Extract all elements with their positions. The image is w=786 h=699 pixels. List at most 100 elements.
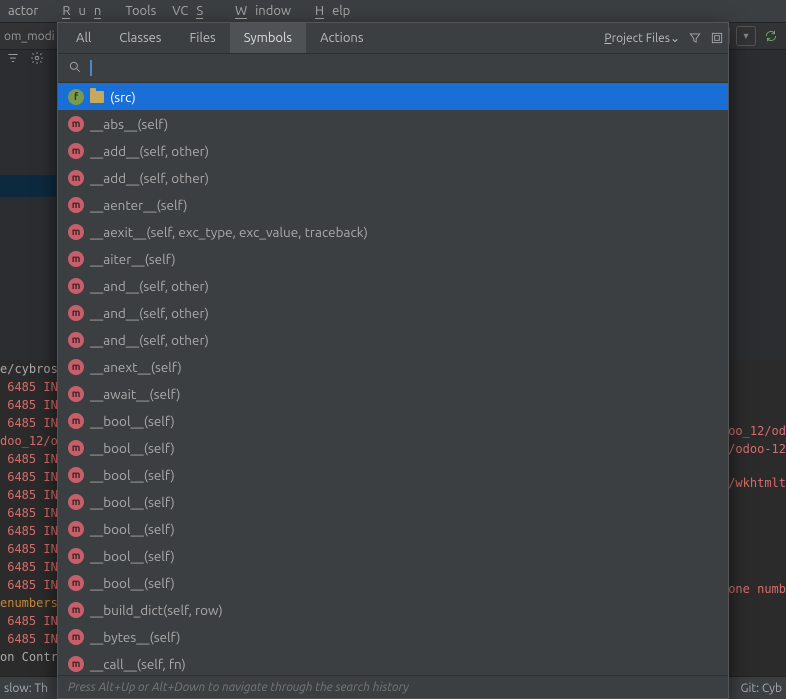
menubar: actor Run Tools VCS Window Help bbox=[0, 0, 786, 23]
result-label: __aexit__(self, exc_type, exc_value, tra… bbox=[90, 224, 368, 240]
result-label: (src) bbox=[110, 89, 136, 105]
method-icon: m bbox=[68, 278, 84, 294]
tab-all[interactable]: All bbox=[62, 23, 105, 53]
method-icon: m bbox=[68, 602, 84, 618]
result-row[interactable]: m __call__(self, fn) bbox=[58, 650, 728, 675]
method-icon: m bbox=[68, 494, 84, 510]
console-fragment: 2/odoo-12 bbox=[721, 442, 786, 456]
method-icon: m bbox=[68, 521, 84, 537]
tab-symbols[interactable]: Symbols bbox=[230, 23, 306, 53]
menu-item[interactable]: Help bbox=[307, 4, 350, 18]
left-gutter-tools bbox=[0, 48, 50, 68]
result-label: __and__(self, other) bbox=[90, 332, 209, 348]
menu-item[interactable]: actor bbox=[8, 4, 38, 18]
result-row[interactable]: m __build_dict(self, row) bbox=[58, 596, 728, 623]
method-icon: m bbox=[68, 629, 84, 645]
console-fragment: /wkhtmlt bbox=[728, 476, 786, 490]
result-label: __bool__(self) bbox=[90, 467, 175, 483]
method-icon: m bbox=[68, 197, 84, 213]
status-right: Git: Cyb bbox=[741, 682, 782, 695]
result-row[interactable]: m __and__(self, other) bbox=[58, 326, 728, 353]
result-row[interactable]: m __and__(self, other) bbox=[58, 272, 728, 299]
result-label: __call__(self, fn) bbox=[90, 656, 186, 672]
tab-actions[interactable]: Actions bbox=[306, 23, 377, 53]
result-label: __add__(self, other) bbox=[90, 143, 209, 159]
menu-item[interactable]: Window bbox=[227, 4, 291, 18]
result-row[interactable]: m __bool__(self) bbox=[58, 434, 728, 461]
result-row[interactable]: m __add__(self, other) bbox=[58, 137, 728, 164]
result-row[interactable]: m __aexit__(self, exc_type, exc_value, tr… bbox=[58, 218, 728, 245]
result-label: __aiter__(self) bbox=[90, 251, 176, 267]
method-icon: m bbox=[68, 413, 84, 429]
method-icon: m bbox=[68, 170, 84, 186]
search-row bbox=[58, 54, 728, 83]
menu-item[interactable]: Run bbox=[54, 4, 109, 18]
method-icon: m bbox=[68, 467, 84, 483]
method-icon: m bbox=[68, 656, 84, 672]
result-label: __abs__(self) bbox=[90, 116, 168, 132]
result-row[interactable]: m __abs__(self) bbox=[58, 110, 728, 137]
result-row[interactable]: f (src) bbox=[58, 83, 728, 110]
result-row[interactable]: m __add__(self, other) bbox=[58, 164, 728, 191]
results-list[interactable]: f(src)m__abs__(self)m__add__(self, other… bbox=[58, 83, 728, 675]
result-row[interactable]: m __aiter__(self) bbox=[58, 245, 728, 272]
result-label: __anext__(self) bbox=[90, 359, 182, 375]
status-left: slow: Th bbox=[4, 682, 48, 695]
console-fragment: one numb bbox=[728, 582, 786, 596]
gear-icon[interactable] bbox=[30, 51, 44, 65]
search-input[interactable] bbox=[92, 59, 718, 77]
result-label: __and__(self, other) bbox=[90, 305, 209, 321]
result-label: __and__(self, other) bbox=[90, 278, 209, 294]
sync-icon[interactable] bbox=[762, 27, 780, 45]
result-label: __bool__(self) bbox=[90, 548, 175, 564]
method-icon: m bbox=[68, 251, 84, 267]
result-row[interactable]: m __and__(self, other) bbox=[58, 299, 728, 326]
result-row[interactable]: m__bool__(self) bbox=[58, 542, 728, 569]
result-row[interactable]: m __bool__(self) bbox=[58, 461, 728, 488]
method-icon: m bbox=[68, 359, 84, 375]
method-icon: m bbox=[68, 116, 84, 132]
tab-files[interactable]: Files bbox=[175, 23, 229, 53]
result-label: __bool__(self) bbox=[90, 440, 175, 456]
function-icon: f bbox=[68, 89, 84, 105]
result-row[interactable]: m __aenter__(self) bbox=[58, 191, 728, 218]
editor-selection-strip bbox=[0, 175, 56, 197]
folder-icon bbox=[90, 91, 104, 103]
result-label: __build_dict(self, row) bbox=[90, 602, 223, 618]
dropdown-caret[interactable]: ▾ bbox=[736, 26, 756, 46]
result-row[interactable]: m __bytes__(self) bbox=[58, 623, 728, 650]
method-icon: m bbox=[68, 332, 84, 348]
result-row[interactable]: m__bool__(self) bbox=[58, 407, 728, 434]
method-icon: m bbox=[68, 305, 84, 321]
result-row[interactable]: m __await__(self) bbox=[58, 380, 728, 407]
search-hint: Press Alt+Up or Alt+Down to navigate thr… bbox=[58, 675, 728, 698]
result-row[interactable]: m __bool__(self) bbox=[58, 569, 728, 596]
result-label: __bytes__(self) bbox=[90, 629, 181, 645]
pin-panel-icon[interactable] bbox=[710, 31, 724, 45]
popup-tabs: AllClassesFilesSymbolsActions Project Fi… bbox=[58, 23, 728, 54]
filter-icon[interactable] bbox=[688, 31, 702, 45]
result-label: __bool__(self) bbox=[90, 521, 175, 537]
result-label: __add__(self, other) bbox=[90, 170, 209, 186]
filter-settings-icon[interactable] bbox=[6, 51, 20, 65]
method-icon: m bbox=[68, 224, 84, 240]
method-icon: m bbox=[68, 386, 84, 402]
result-label: __aenter__(self) bbox=[90, 197, 187, 213]
method-icon: m bbox=[68, 440, 84, 456]
method-icon: m bbox=[68, 575, 84, 591]
tab-classes[interactable]: Classes bbox=[105, 23, 175, 53]
result-row[interactable]: m __bool__(self) bbox=[58, 488, 728, 515]
search-everywhere-popup: AllClassesFilesSymbolsActions Project Fi… bbox=[57, 22, 729, 699]
console-fragment: oo_12/od bbox=[728, 424, 786, 438]
search-icon bbox=[68, 60, 82, 77]
menu-item[interactable]: VCS bbox=[172, 4, 211, 18]
result-row[interactable]: m __anext__(self) bbox=[58, 353, 728, 380]
scope-dropdown[interactable]: Project Files⌄ bbox=[604, 31, 680, 45]
result-row[interactable]: m __bool__(self) bbox=[58, 515, 728, 542]
result-label: __bool__(self) bbox=[90, 575, 175, 591]
result-label: __bool__(self) bbox=[90, 494, 175, 510]
breadcrumb: om_modi bbox=[4, 30, 55, 43]
menu-item[interactable]: Tools bbox=[125, 4, 156, 18]
result-label: __await__(self) bbox=[90, 386, 180, 402]
method-icon: m bbox=[68, 143, 84, 159]
